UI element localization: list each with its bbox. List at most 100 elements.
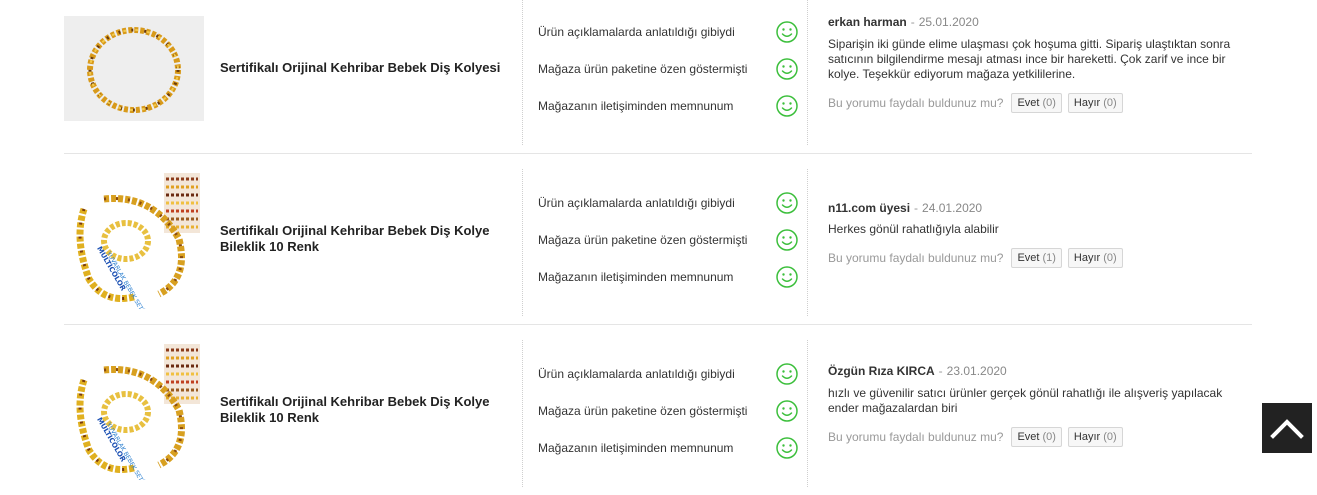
helpful-yes-button[interactable]: Evet (0) — [1011, 93, 1062, 113]
helpful-vote: Bu yorumu faydalı buldunuz mu? Evet (1) H… — [828, 248, 1129, 268]
smiley-icon — [776, 437, 798, 459]
review-product: MULTICOLOR YUVARLAK BEBEK SETİ Sertifika… — [64, 325, 522, 495]
product-thumbnail[interactable]: MULTICOLOR YUVARLAK BEBEK SETİ — [64, 169, 204, 309]
review-item: MULTICOLOR YUVARLAK BEBEK SETİ Sertifika… — [64, 325, 1252, 495]
chevron-up-icon — [1270, 419, 1304, 439]
yes-count: (1) — [1042, 252, 1056, 264]
meta-separator: - — [938, 364, 943, 378]
review-author: erkan harman — [828, 15, 907, 29]
review-list: Sertifikalı Orijinal Kehribar Bebek Diş … — [64, 0, 1252, 495]
smiley-icon — [776, 400, 798, 422]
meta-separator: - — [914, 201, 919, 215]
product-thumbnail[interactable]: MULTICOLOR YUVARLAK BEBEK SETİ — [64, 340, 204, 480]
smiley-icon — [776, 229, 798, 251]
review-meta: n11.com üyesi -24.01.2020 — [828, 201, 982, 215]
helpful-question: Bu yorumu faydalı buldunuz mu? — [828, 251, 1004, 265]
rating-label: Mağaza ürün paketine özen göstermişti — [538, 62, 748, 76]
review-text-line: satıcının bilgilendirme mesajı atması in… — [828, 52, 1226, 66]
helpful-no-button[interactable]: Hayır (0) — [1067, 93, 1123, 113]
smiley-icon — [776, 21, 798, 43]
rating-label: Ürün açıklamalarda anlatıldığı gibiydi — [538, 25, 735, 39]
rating-item: Mağazanın iletişiminden memnunum — [538, 265, 798, 289]
smiley-icon — [776, 266, 798, 288]
helpful-question: Bu yorumu faydalı buldunuz mu? — [828, 96, 1004, 110]
review-product: MULTICOLOR YUVARLAK BEBEK SETİ Sertifika… — [64, 154, 522, 324]
rating-item: Mağazanın iletişiminden memnunum — [538, 436, 798, 460]
product-name[interactable]: Sertifikalı Orijinal Kehribar Bebek Diş … — [220, 223, 515, 255]
review-date: 24.01.2020 — [922, 201, 983, 215]
review-comment: erkan harman -25.01.2020 Siparişin iki gü… — [808, 0, 1252, 153]
review-text: hızlı ve güvenilir satıcı ürünler gerçek… — [828, 386, 1248, 416]
yes-label: Evet — [1017, 431, 1040, 443]
no-count: (0) — [1103, 252, 1117, 264]
rating-item: Mağaza ürün paketine özen göstermişti — [538, 399, 798, 423]
helpful-question: Bu yorumu faydalı buldunuz mu? — [828, 430, 1004, 444]
scroll-to-top-button[interactable] — [1262, 403, 1312, 453]
review-item: MULTICOLOR YUVARLAK BEBEK SETİ Sertifika… — [64, 154, 1252, 325]
review-author: Özgün Rıza KIRCA — [828, 364, 935, 378]
no-count: (0) — [1103, 97, 1117, 109]
review-product: Sertifikalı Orijinal Kehribar Bebek Diş … — [64, 0, 522, 153]
helpful-no-button[interactable]: Hayır (0) — [1067, 248, 1123, 268]
rating-label: Mağazanın iletişiminden memnunum — [538, 441, 734, 455]
helpful-vote: Bu yorumu faydalı buldunuz mu? Evet (0) H… — [828, 427, 1129, 447]
rating-item: Mağazanın iletişiminden memnunum — [538, 94, 798, 118]
helpful-yes-button[interactable]: Evet (1) — [1011, 248, 1062, 268]
rating-label: Ürün açıklamalarda anlatıldığı gibiydi — [538, 196, 735, 210]
review-text-line: Siparişin iki günde elime ulaşması çok h… — [828, 37, 1231, 51]
review-meta: Özgün Rıza KIRCA -23.01.2020 — [828, 364, 1007, 378]
review-text-line: Herkes gönül rahatlığıyla alabilir — [828, 222, 999, 236]
helpful-yes-button[interactable]: Evet (0) — [1011, 427, 1062, 447]
review-comment: n11.com üyesi -24.01.2020 Herkes gönül ra… — [808, 154, 1252, 324]
rating-label: Mağaza ürün paketine özen göstermişti — [538, 233, 748, 247]
yes-label: Evet — [1017, 97, 1040, 109]
review-date: 25.01.2020 — [918, 15, 979, 29]
rating-list: Ürün açıklamalarda anlatıldığı gibiydi M… — [522, 169, 808, 316]
rating-label: Mağazanın iletişiminden memnunum — [538, 270, 734, 284]
no-count: (0) — [1103, 431, 1117, 443]
no-label: Hayır — [1073, 431, 1101, 443]
yes-label: Evet — [1017, 252, 1040, 264]
review-text: Siparişin iki günde elime ulaşması çok h… — [828, 37, 1248, 82]
helpful-no-button[interactable]: Hayır (0) — [1067, 427, 1123, 447]
amber-necklace-image — [64, 16, 204, 121]
product-name[interactable]: Sertifikalı Orijinal Kehribar Bebek Diş … — [220, 60, 515, 76]
meta-separator: - — [910, 15, 915, 29]
product-name-line: Sertifikalı Orijinal Kehribar Bebek Diş … — [220, 223, 490, 238]
amber-set-image: MULTICOLOR YUVARLAK BEBEK SETİ — [64, 169, 204, 309]
review-date: 23.01.2020 — [946, 364, 1007, 378]
product-name-line: Bileklik 10 Renk — [220, 410, 319, 425]
helpful-vote: Bu yorumu faydalı buldunuz mu? Evet (0) H… — [828, 93, 1129, 113]
review-author: n11.com üyesi — [828, 201, 911, 215]
product-name[interactable]: Sertifikalı Orijinal Kehribar Bebek Diş … — [220, 394, 515, 426]
product-name-line: Bileklik 10 Renk — [220, 239, 319, 254]
smiley-icon — [776, 363, 798, 385]
rating-item: Ürün açıklamalarda anlatıldığı gibiydi — [538, 191, 798, 215]
yes-count: (0) — [1042, 97, 1056, 109]
rating-label: Mağazanın iletişiminden memnunum — [538, 99, 734, 113]
smiley-icon — [776, 95, 798, 117]
product-thumbnail[interactable] — [64, 16, 204, 121]
product-name-line: Sertifikalı Orijinal Kehribar Bebek Diş … — [220, 394, 490, 409]
no-label: Hayır — [1073, 252, 1101, 264]
no-label: Hayır — [1073, 97, 1101, 109]
review-text-line: ender mağazalardan biri — [828, 401, 958, 415]
rating-item: Ürün açıklamalarda anlatıldığı gibiydi — [538, 362, 798, 386]
review-text-line: hızlı ve güvenilir satıcı ürünler gerçek… — [828, 386, 1223, 400]
review-text: Herkes gönül rahatlığıyla alabilir — [828, 222, 1248, 237]
rating-list: Ürün açıklamalarda anlatıldığı gibiydi M… — [522, 340, 808, 487]
review-meta: erkan harman -25.01.2020 — [828, 15, 979, 29]
rating-label: Mağaza ürün paketine özen göstermişti — [538, 404, 748, 418]
rating-list: Ürün açıklamalarda anlatıldığı gibiydi M… — [522, 0, 808, 145]
rating-item: Mağaza ürün paketine özen göstermişti — [538, 228, 798, 252]
yes-count: (0) — [1042, 431, 1056, 443]
rating-item: Mağaza ürün paketine özen göstermişti — [538, 57, 798, 81]
smiley-icon — [776, 192, 798, 214]
smiley-icon — [776, 58, 798, 80]
rating-label: Ürün açıklamalarda anlatıldığı gibiydi — [538, 367, 735, 381]
review-comment: Özgün Rıza KIRCA -23.01.2020 hızlı ve güv… — [808, 325, 1252, 495]
rating-item: Ürün açıklamalarda anlatıldığı gibiydi — [538, 20, 798, 44]
review-item: Sertifikalı Orijinal Kehribar Bebek Diş … — [64, 0, 1252, 154]
amber-set-image: MULTICOLOR YUVARLAK BEBEK SETİ — [64, 340, 204, 480]
review-text-line: kolye. Teşekkür ediyorum mağaza yetkilil… — [828, 67, 1076, 81]
